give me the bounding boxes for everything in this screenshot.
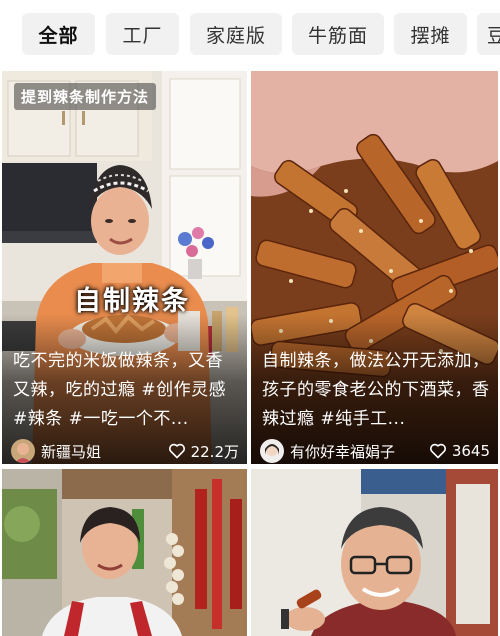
- video-caption[interactable]: 自制辣条，做法公开无添加，孩子的零食老公的下酒菜，香辣过瘾 #纯手工...: [262, 347, 490, 434]
- tab-factory[interactable]: 工厂: [106, 13, 179, 55]
- author-name[interactable]: 新疆马姐: [41, 441, 101, 462]
- author-row: 新疆马姐 22.2万: [11, 434, 239, 464]
- like-counter[interactable]: 22.2万: [168, 441, 239, 462]
- like-counter[interactable]: 3645: [429, 442, 490, 460]
- like-count: 3645: [451, 442, 490, 460]
- search-hint-tag[interactable]: 提到辣条制作方法: [14, 83, 157, 110]
- like-count: 22.2万: [190, 442, 239, 461]
- heart-icon: [429, 443, 446, 459]
- video-caption[interactable]: 吃不完的米饭做辣条，又香又辣，吃的过瘾 #创作灵感 #辣条 #一吃一个不...: [13, 347, 239, 434]
- video-card[interactable]: [251, 469, 498, 636]
- avatar[interactable]: [260, 439, 284, 463]
- video-thumbnail: [251, 469, 498, 636]
- author-name[interactable]: 有你好幸福娟子: [290, 441, 395, 462]
- video-thumbnail: [2, 469, 247, 636]
- author-row: 有你好幸福娟子 3645: [260, 434, 490, 464]
- video-card[interactable]: 自制辣条，做法公开无添加，孩子的零食老公的下酒菜，香辣过瘾 #纯手工... 有你…: [251, 71, 498, 464]
- heart-icon: [168, 443, 185, 459]
- tab-home-version[interactable]: 家庭版: [190, 13, 282, 55]
- tab-beef-tendon-noodles[interactable]: 牛筋面: [292, 13, 384, 55]
- tab-bean[interactable]: 豆: [477, 13, 500, 55]
- video-card[interactable]: 提到辣条制作方法 自制辣条 吃不完的米饭做辣条，又香又辣，吃的过瘾 #创作灵感 …: [2, 71, 247, 464]
- tab-all[interactable]: 全部: [22, 13, 95, 55]
- video-card[interactable]: [2, 469, 247, 636]
- avatar[interactable]: [11, 439, 35, 463]
- video-overlay-title: 自制辣条: [74, 286, 190, 317]
- category-tab-bar: 全部 工厂 家庭版 牛筋面 摆摊 豆: [0, 0, 500, 68]
- tab-street-stall[interactable]: 摆摊: [394, 13, 467, 55]
